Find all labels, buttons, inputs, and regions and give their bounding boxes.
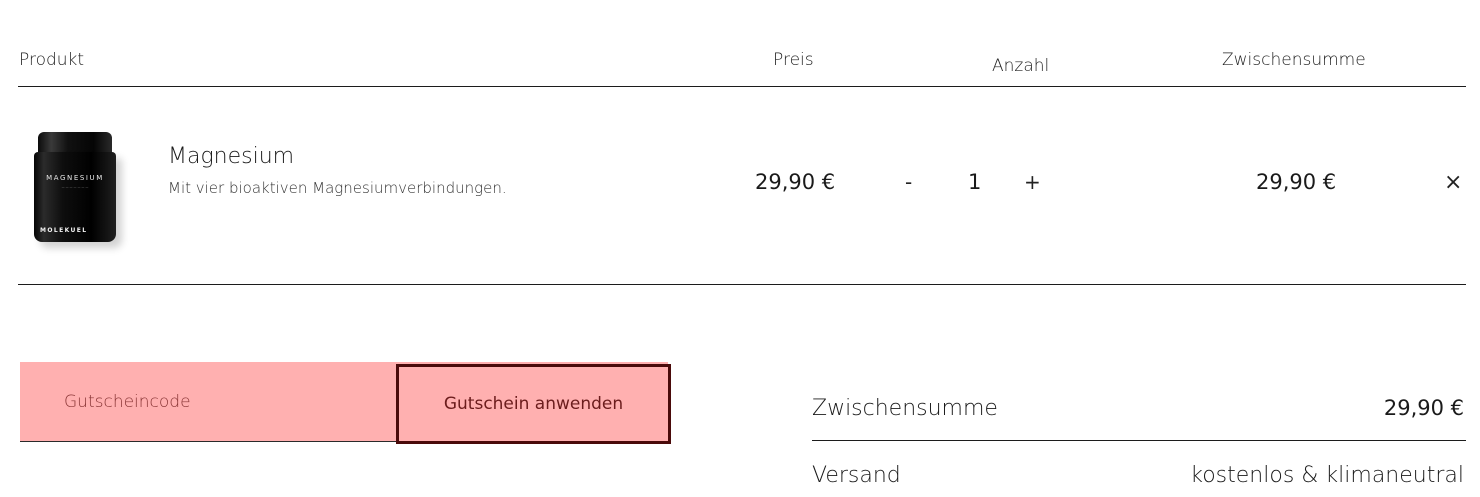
jar-body: MAGNESIUM — — — — — — — MOLEKUEL <box>34 152 116 242</box>
product-name[interactable]: Magnesium <box>168 144 294 169</box>
header-divider <box>18 86 1466 87</box>
totals-divider <box>812 440 1466 441</box>
product-image[interactable]: MAGNESIUM — — — — — — — MOLEKUEL <box>34 132 130 244</box>
product-description: Mit vier bioaktiven Magnesiumverbindunge… <box>168 179 507 197</box>
row-divider <box>18 284 1466 285</box>
header-quantity: Anzahl <box>992 56 1050 76</box>
jar-lid <box>38 132 112 154</box>
coupon-input[interactable] <box>20 362 396 442</box>
close-icon[interactable]: × <box>1444 170 1462 195</box>
jar-brand: MOLEKUEL <box>40 227 88 234</box>
totals-shipping-value: kostenlos & klimaneutral <box>1190 463 1464 488</box>
jar-label: MAGNESIUM <box>46 174 104 182</box>
totals-subtotal-label: Zwischensumme <box>812 396 998 421</box>
item-price: 29,90 € <box>755 170 836 194</box>
header-price: Preis <box>773 50 814 70</box>
totals-shipping-label: Versand <box>812 463 901 488</box>
quantity-value[interactable]: 1 <box>968 170 981 194</box>
item-subtotal: 29,90 € <box>1256 170 1337 194</box>
header-subtotal: Zwischensumme <box>1222 50 1366 70</box>
totals-subtotal-value: 29,90 € <box>1383 396 1464 420</box>
quantity-increase-button[interactable]: + <box>1024 170 1041 194</box>
apply-coupon-button[interactable]: Gutschein anwenden <box>396 364 671 444</box>
quantity-decrease-button[interactable]: - <box>905 170 912 194</box>
jar-tagline: — — — — — — — <box>61 185 89 189</box>
header-product: Produkt <box>19 50 85 70</box>
